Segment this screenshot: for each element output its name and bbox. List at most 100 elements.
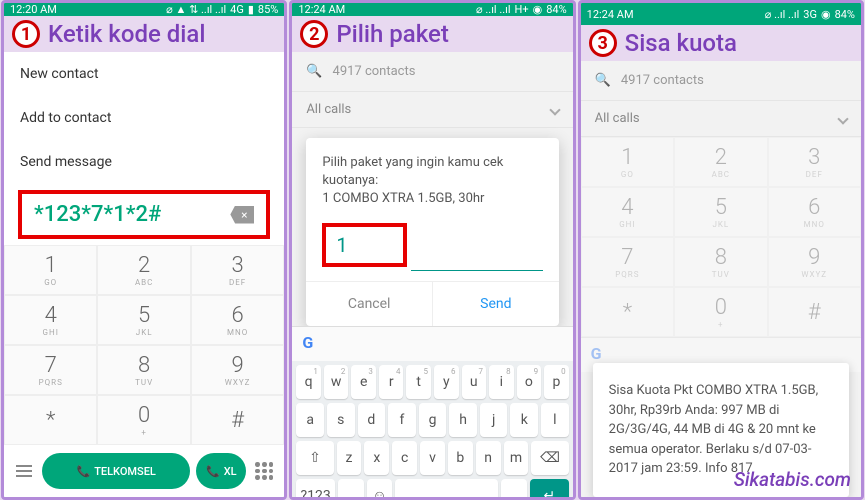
kb-key[interactable]: x xyxy=(364,441,389,475)
kb-key[interactable]: t5 xyxy=(406,365,431,399)
menu-new-contact[interactable]: New contact xyxy=(4,52,284,96)
search-icon: 🔍 xyxy=(306,64,322,79)
step-header: 1 Ketik kode dial xyxy=(4,16,284,52)
step-title: Ketik kode dial xyxy=(48,20,205,48)
kb-key[interactable]: l xyxy=(541,403,569,437)
key-4[interactable]: 4GHI xyxy=(4,295,97,345)
kb-key[interactable]: f xyxy=(388,403,416,437)
dialer-keypad: 1GO2ABC3DEF 4GHI5JKL6MNO 7PQRS8TUV9WXYZ *0+… xyxy=(4,245,284,445)
kb-key[interactable]: y6 xyxy=(434,365,459,399)
dialer-bottom-row: 📞 TELKOMSEL 📞 XL xyxy=(4,445,284,497)
google-suggest-row[interactable]: G xyxy=(292,326,572,361)
kb-key[interactable]: u7 xyxy=(462,365,487,399)
status-time: 12:24 AM xyxy=(298,3,345,16)
key-*[interactable]: * xyxy=(581,287,674,337)
kb-key[interactable]: ?123 xyxy=(296,479,335,500)
kb-key[interactable]: k xyxy=(510,403,538,437)
search-contacts[interactable]: 🔍 4917 contacts xyxy=(292,52,572,92)
kb-key[interactable]: ☺ xyxy=(367,479,393,500)
chevron-down-icon xyxy=(837,113,848,124)
key-0[interactable]: 0+ xyxy=(674,287,767,337)
key-6[interactable]: 6MNO xyxy=(191,295,284,345)
kb-key[interactable]: d xyxy=(358,403,386,437)
key-5[interactable]: 5JKL xyxy=(674,187,767,237)
chevron-down-icon xyxy=(549,104,560,115)
kb-key[interactable]: ⇧ xyxy=(296,441,333,475)
status-icons: ⌀ ..ıl ..ıl H+ ◉ 84% xyxy=(476,3,567,16)
send-button[interactable]: Send xyxy=(433,282,559,326)
step-title: Sisa kuota xyxy=(625,29,737,57)
kb-key[interactable]: p0 xyxy=(544,365,569,399)
key-*[interactable]: * xyxy=(4,395,97,445)
kb-key[interactable]: j xyxy=(480,403,508,437)
kb-key[interactable]: v xyxy=(420,441,445,475)
key-1[interactable]: 1GO xyxy=(4,245,97,295)
status-icons: ⌀ ..ıl ..ıl 3G ◉ 84% xyxy=(765,8,855,21)
key-1[interactable]: 1GO xyxy=(581,137,674,187)
kb-key[interactable]: w2 xyxy=(324,365,349,399)
key-#[interactable]: # xyxy=(768,287,861,337)
key-3[interactable]: 3DEF xyxy=(191,245,284,295)
status-time: 12:20 AM xyxy=(10,3,57,16)
ussd-modal: Pilih paket yang ingin kamu cek kuotanya… xyxy=(306,138,558,326)
menu-icon[interactable] xyxy=(12,465,36,477)
kb-key[interactable]: s xyxy=(327,403,355,437)
kb-key[interactable]: ↵ xyxy=(530,479,569,500)
step-number: 3 xyxy=(589,29,617,57)
call-telkomsel-button[interactable]: 📞 TELKOMSEL xyxy=(42,453,190,489)
backspace-icon[interactable] xyxy=(230,206,254,224)
key-3[interactable]: 3DEF xyxy=(768,137,861,187)
menu-send-message[interactable]: Send message xyxy=(4,140,284,184)
kb-key[interactable]: h xyxy=(449,403,477,437)
key-2[interactable]: 2ABC xyxy=(97,245,190,295)
soft-keyboard: q1w2e3r4t5y6u7i8o9p0 asdfghjkl ⇧zxcvbnm⌫ ?1… xyxy=(292,361,572,500)
key-9[interactable]: 9WXYZ xyxy=(191,345,284,395)
google-icon: G xyxy=(302,333,324,355)
key-7[interactable]: 7PQRS xyxy=(4,345,97,395)
menu-add-contact[interactable]: Add to contact xyxy=(4,96,284,140)
all-calls-filter[interactable]: All calls xyxy=(581,101,861,137)
key-#[interactable]: # xyxy=(191,395,284,445)
kb-key[interactable]: n xyxy=(476,441,501,475)
kb-key[interactable]: c xyxy=(392,441,417,475)
key-5[interactable]: 5JKL xyxy=(97,295,190,345)
cancel-button[interactable]: Cancel xyxy=(306,282,433,326)
search-contacts[interactable]: 🔍 4917 contacts xyxy=(581,61,861,101)
kb-key[interactable] xyxy=(395,479,498,500)
key-6[interactable]: 6MNO xyxy=(768,187,861,237)
status-bar: 12:24 AM ⌀ ..ıl ..ıl 3G ◉ 84% xyxy=(581,3,861,25)
key-9[interactable]: 9WXYZ xyxy=(768,237,861,287)
key-2[interactable]: 2ABC xyxy=(674,137,767,187)
ussd-input[interactable]: 1 xyxy=(322,223,407,267)
kb-key[interactable]: o9 xyxy=(517,365,542,399)
all-calls-filter[interactable]: All calls xyxy=(292,92,572,128)
kb-key[interactable]: m xyxy=(504,441,529,475)
call-xl-button[interactable]: 📞 XL xyxy=(196,453,246,489)
kb-key[interactable]: a xyxy=(296,403,324,437)
status-icons: ⌀ ▲ ⇅ ..ıl ..ıl 4G ▮ 85% xyxy=(166,3,278,16)
panel-1: 12:20 AM ⌀ ▲ ⇅ ..ıl ..ıl 4G ▮ 85% 1 Keti… xyxy=(1,0,287,500)
search-icon: 🔍 xyxy=(595,73,611,88)
key-7[interactable]: 7PQRS xyxy=(581,237,674,287)
apps-grid-icon[interactable] xyxy=(252,459,276,483)
key-8[interactable]: 8TUV xyxy=(97,345,190,395)
kb-key[interactable]: r4 xyxy=(379,365,404,399)
step-header: 2 Pilih paket xyxy=(292,16,572,52)
kb-key[interactable]: ⌫ xyxy=(531,441,568,475)
kb-key[interactable]: . xyxy=(501,479,527,500)
kb-key[interactable]: , xyxy=(338,479,364,500)
dial-code-text: *123*7*1*2# xyxy=(34,202,161,227)
dial-input[interactable]: *123*7*1*2# xyxy=(18,190,270,239)
key-4[interactable]: 4GHI xyxy=(581,187,674,237)
dialer-keypad-dimmed: 1GO2ABC3DEF 4GHI5JKL6MNO 7PQRS8TUV9WXYZ *0+… xyxy=(581,137,861,337)
kb-key[interactable]: b xyxy=(448,441,473,475)
key-8[interactable]: 8TUV xyxy=(674,237,767,287)
key-0[interactable]: 0+ xyxy=(97,395,190,445)
search-placeholder: 4917 contacts xyxy=(621,73,704,88)
kb-key[interactable]: z xyxy=(337,441,362,475)
kb-key[interactable]: q1 xyxy=(296,365,321,399)
kb-key[interactable]: i8 xyxy=(489,365,514,399)
kb-key[interactable]: e3 xyxy=(351,365,376,399)
watermark: Sikatabis.com xyxy=(734,468,851,491)
kb-key[interactable]: g xyxy=(419,403,447,437)
